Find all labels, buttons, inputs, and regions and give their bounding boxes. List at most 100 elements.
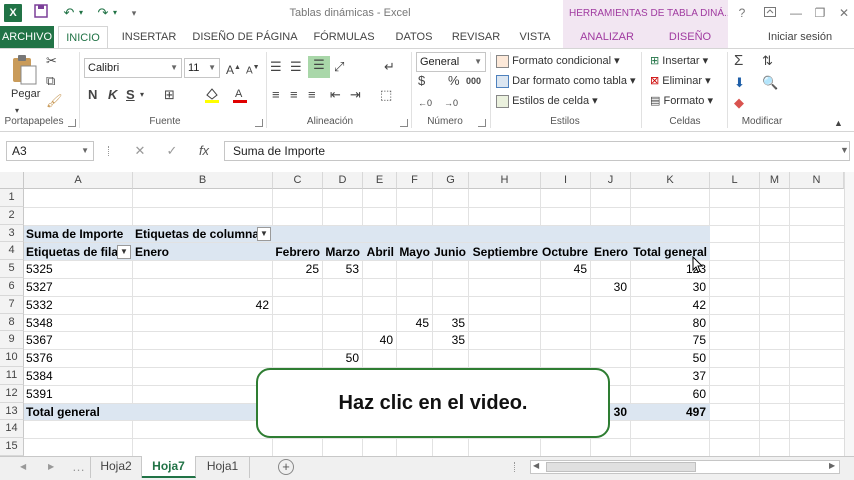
number-launcher-icon[interactable]	[478, 119, 486, 127]
orientation-icon[interactable]: ⤢	[334, 58, 344, 76]
pivot-value-cell[interactable]: 50	[323, 349, 359, 367]
sheet-tab-hoja2[interactable]: Hoja2	[90, 456, 142, 478]
prev-sheet-icon[interactable]: ◀	[20, 458, 26, 476]
pivot-value-cell[interactable]: 42	[133, 296, 269, 314]
alignment-launcher-icon[interactable]	[400, 119, 408, 127]
row-header-6[interactable]: 6	[0, 278, 24, 296]
underline-button[interactable]: S	[126, 86, 135, 104]
tab-inicio[interactable]: INICIO	[58, 26, 108, 49]
cell-styles-button[interactable]: Estilos de celda ▾	[496, 93, 598, 109]
increase-indent-icon[interactable]: ⇥	[350, 86, 361, 104]
cut-icon[interactable]: ✂	[46, 52, 57, 70]
column-header-g[interactable]: G	[433, 172, 469, 189]
insert-cells-button[interactable]: ⊞ Insertar ▾	[650, 53, 708, 69]
percent-icon[interactable]: %	[448, 72, 460, 90]
row-header-9[interactable]: 9	[0, 331, 24, 350]
pivot-column-header[interactable]: Mayo	[397, 243, 430, 261]
format-as-table-button[interactable]: Dar formato como tabla ▾	[496, 73, 636, 89]
tab-archivo[interactable]: ARCHIVO	[0, 26, 54, 48]
column-header-j[interactable]: J	[591, 172, 631, 189]
paste-button[interactable]: Pegar	[11, 86, 40, 102]
pivot-column-header[interactable]: Abril	[363, 243, 394, 261]
pivot-row-label[interactable]: 5367	[26, 331, 53, 349]
sheet-tab-hoja7[interactable]: Hoja7	[142, 456, 196, 478]
expand-formula-icon[interactable]: ▼	[840, 145, 849, 155]
pivot-column-header[interactable]: Enero	[135, 243, 169, 261]
pivot-row-labels[interactable]: Etiquetas de fila	[26, 243, 118, 261]
formula-bar-grip[interactable]	[108, 146, 110, 156]
pivot-column-header[interactable]: Febrero	[273, 243, 320, 261]
column-header-m[interactable]: M	[760, 172, 790, 189]
pivot-column-labels[interactable]: Etiquetas de columna	[135, 225, 259, 243]
tab-vista[interactable]: VISTA	[512, 26, 558, 48]
pivot-column-header[interactable]: Enero	[591, 243, 628, 261]
grow-font-icon[interactable]: A▲	[226, 59, 241, 79]
pivot-row-label[interactable]: 5348	[26, 314, 53, 332]
wrap-text-icon[interactable]: ↵	[384, 58, 395, 76]
redo-dropdown-icon[interactable]: ▾	[110, 4, 120, 22]
shrink-font-icon[interactable]: A▼	[246, 59, 260, 80]
new-sheet-icon[interactable]: +	[278, 459, 294, 475]
formula-input[interactable]: Suma de Importe	[224, 141, 850, 161]
scroll-left-icon[interactable]: ◀	[533, 461, 539, 470]
row-header-14[interactable]: 14	[0, 420, 24, 439]
copy-icon[interactable]: ⧉	[46, 72, 55, 90]
pivot-row-label[interactable]: 5325	[26, 260, 53, 278]
delete-cells-button[interactable]: ⊠ Eliminar ▾	[650, 73, 711, 89]
select-all-corner[interactable]	[0, 172, 24, 189]
minimize-button[interactable]: —	[788, 5, 804, 21]
column-header-b[interactable]: B	[133, 172, 273, 189]
borders-icon[interactable]: ⊞	[164, 86, 175, 104]
sheet-more-icon[interactable]: …	[72, 458, 85, 476]
row-header-12[interactable]: 12	[0, 384, 24, 403]
fill-icon[interactable]: ⬇	[734, 74, 745, 92]
decrease-indent-icon[interactable]: ⇤	[330, 86, 341, 104]
pivot-row-total[interactable]: 37	[631, 367, 706, 385]
font-color-icon[interactable]: A	[232, 86, 248, 109]
pivot-row-label[interactable]: 5332	[26, 296, 53, 314]
increase-decimal-icon[interactable]: ←0	[418, 94, 432, 112]
row-header-10[interactable]: 10	[0, 349, 24, 367]
column-header-e[interactable]: E	[363, 172, 397, 189]
format-painter-icon[interactable]: 🖌	[46, 92, 63, 110]
help-icon[interactable]: ?	[734, 5, 750, 21]
pivot-row-total[interactable]: 60	[631, 385, 706, 403]
row-header-2[interactable]: 2	[0, 206, 24, 225]
font-launcher-icon[interactable]	[255, 119, 263, 127]
clear-icon[interactable]: ◆	[734, 94, 744, 112]
next-sheet-icon[interactable]: ▶	[48, 458, 54, 476]
sign-in-link[interactable]: Iniciar sesión	[760, 26, 840, 48]
align-top-icon[interactable]: ☰	[270, 58, 282, 76]
ribbon-display-icon[interactable]	[762, 5, 778, 21]
column-header-n[interactable]: N	[790, 172, 844, 189]
pivot-row-total[interactable]: 80	[631, 314, 706, 332]
decrease-decimal-icon[interactable]: →0	[444, 94, 458, 112]
row-header-8[interactable]: 8	[0, 313, 24, 332]
column-header-f[interactable]: F	[397, 172, 433, 189]
cancel-icon[interactable]: ✕	[130, 142, 150, 160]
name-box[interactable]: A3 ▼	[6, 141, 94, 161]
row-header-5[interactable]: 5	[0, 260, 24, 278]
pivot-value-cell[interactable]: 25	[273, 260, 319, 278]
sheet-tab-hoja1[interactable]: Hoja1	[196, 456, 250, 478]
tab-revisar[interactable]: REVISAR	[446, 26, 506, 48]
pivot-row-label[interactable]: 5376	[26, 349, 53, 367]
bold-button[interactable]: N	[88, 86, 97, 104]
row-header-11[interactable]: 11	[0, 367, 24, 385]
pivot-value-cell[interactable]: 35	[433, 314, 465, 332]
tab-datos[interactable]: DATOS	[388, 26, 440, 48]
row-header-3[interactable]: 3	[0, 224, 24, 243]
pivot-column-header[interactable]: Junio	[433, 243, 466, 261]
pivot-row-total[interactable]: 50	[631, 349, 706, 367]
row-header-15[interactable]: 15	[0, 438, 24, 456]
align-middle-icon[interactable]: ☰	[290, 58, 302, 76]
pivot-value-cell[interactable]: 45	[397, 314, 429, 332]
tab-diseno-de-pagina[interactable]: DISEÑO DE PÁGINA	[190, 26, 300, 48]
close-button[interactable]: ✕	[836, 5, 852, 21]
font-name-combo[interactable]: Calibri ▼	[84, 58, 182, 78]
currency-icon[interactable]: $	[418, 72, 425, 90]
pivot-value-cell[interactable]: 45	[541, 260, 587, 278]
pivot-row-label[interactable]: 5327	[26, 278, 53, 296]
align-left-icon[interactable]: ≡	[272, 86, 280, 104]
format-cells-button[interactable]: ▤ Formato ▾	[650, 93, 713, 109]
